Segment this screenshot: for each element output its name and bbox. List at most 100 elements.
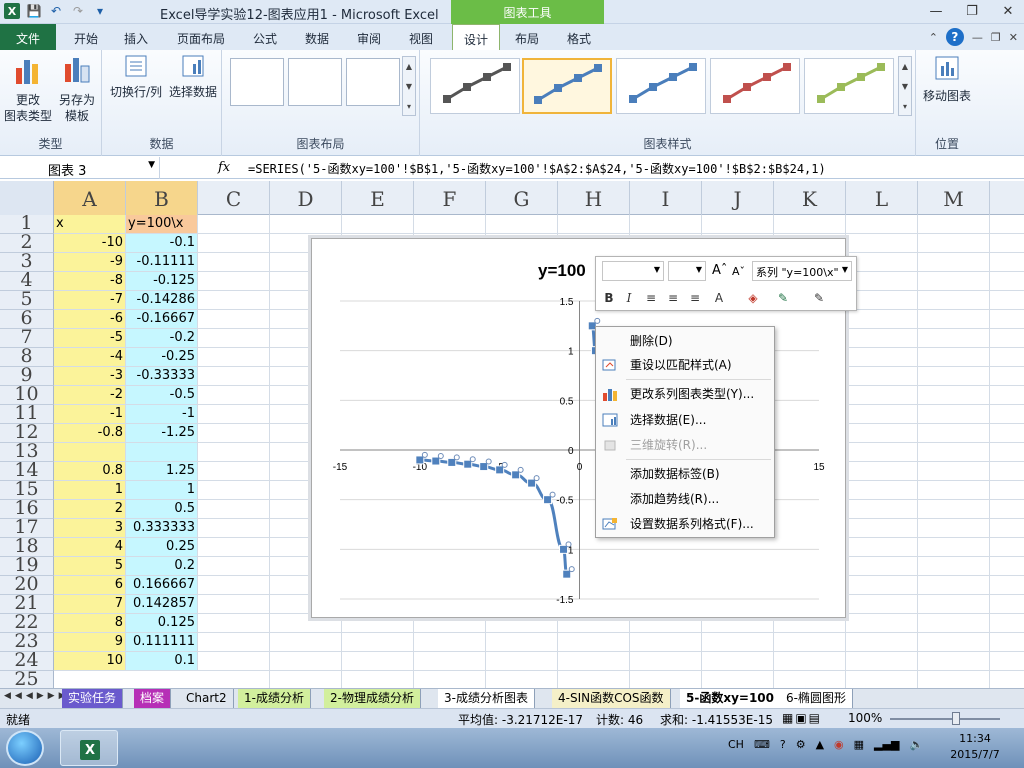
table-cell-a[interactable]: -9 (54, 253, 126, 272)
column-header-d[interactable]: D (270, 181, 342, 215)
column-header-c[interactable]: C (198, 181, 270, 215)
table-cell-a[interactable]: -3 (54, 367, 126, 386)
tab-view[interactable]: 视图 (398, 24, 444, 50)
windows-flag-icon[interactable]: ▦ (854, 738, 864, 751)
tab-formulas[interactable]: 公式 (242, 24, 288, 50)
table-cell-a[interactable]: -4 (54, 348, 126, 367)
zoom-level[interactable]: 100% (848, 711, 882, 725)
column-header-i[interactable]: I (630, 181, 702, 215)
series-element-select[interactable]: 系列 "y=100\x" ▼ (752, 261, 852, 281)
customize-toolbar-icon[interactable]: ▾ (92, 3, 108, 19)
table-cell-a[interactable]: -1 (54, 405, 126, 424)
chart-style-red[interactable] (710, 58, 800, 114)
table-cell-b[interactable]: -1.25 (126, 424, 198, 443)
table-cell-a[interactable]: -8 (54, 272, 126, 291)
sheet-tab-score-analysis[interactable]: 1-成绩分析 (238, 689, 311, 709)
table-cell-a[interactable]: 1 (54, 481, 126, 500)
tab-format[interactable]: 格式 (556, 24, 602, 50)
table-cell-b[interactable]: -0.125 (126, 272, 198, 291)
table-cell-b[interactable]: 1 (126, 481, 198, 500)
tab-page-layout[interactable]: 页面布局 (168, 24, 234, 50)
column-header-j[interactable]: J (702, 181, 774, 215)
table-cell-b[interactable]: 0.166667 (126, 576, 198, 595)
table-cell-b[interactable]: 0.2 (126, 557, 198, 576)
security-icon[interactable]: ◉ (834, 738, 844, 751)
column-header-h[interactable]: H (558, 181, 630, 215)
layout-option-1[interactable] (230, 58, 284, 106)
column-header-g[interactable]: G (486, 181, 558, 215)
language-indicator[interactable]: CH (728, 738, 744, 751)
chart-style-gray[interactable] (430, 58, 520, 114)
table-cell-a[interactable]: -6 (54, 310, 126, 329)
sheet-tab-score-charts[interactable]: 3-成绩分析图表 (438, 689, 535, 709)
help-icon[interactable]: ? (945, 28, 964, 46)
sheet-tab-function-xy100[interactable]: 5-函数xy=100 (680, 689, 781, 709)
sheet-tab-tasks[interactable]: 实验任务 (62, 689, 124, 709)
layout-option-2[interactable] (288, 58, 342, 106)
table-cell-b[interactable]: 0.5 (126, 500, 198, 519)
table-cell-a[interactable]: 3 (54, 519, 126, 538)
help-tray-icon[interactable]: ? (780, 738, 786, 751)
italic-button[interactable]: I (620, 289, 638, 307)
sheet-tab-chart2[interactable]: Chart2 (180, 689, 234, 709)
table-cell-b[interactable]: -0.5 (126, 386, 198, 405)
table-cell-a[interactable]: 7 (54, 595, 126, 614)
table-cell-a[interactable]: 9 (54, 633, 126, 652)
chart-style-blue[interactable] (616, 58, 706, 114)
shrink-font-icon[interactable]: Aˇ (732, 265, 745, 278)
table-cell-a[interactable]: -2 (54, 386, 126, 405)
name-box-dropdown-icon[interactable]: ▼ (148, 160, 155, 170)
align-left-icon[interactable]: ≡ (642, 289, 660, 307)
table-cell-b[interactable]: -0.16667 (126, 310, 198, 329)
format-painter-icon[interactable]: ✎ (810, 289, 828, 307)
header-cell-y[interactable]: y=100\x (126, 215, 198, 234)
redo-icon[interactable]: ↷ (70, 3, 86, 19)
close-icon[interactable]: ✕ (996, 2, 1020, 20)
doc-minimize-icon[interactable]: — (972, 31, 983, 44)
table-cell-b[interactable]: 0.25 (126, 538, 198, 557)
table-cell-b[interactable]: -0.1 (126, 234, 198, 253)
column-header-a[interactable]: A (54, 181, 126, 215)
input-method-icon[interactable]: ⚙ (796, 738, 806, 751)
select-all-corner[interactable] (0, 181, 54, 215)
name-box[interactable]: 图表 3 ▼ (0, 157, 160, 179)
chart-style-green[interactable] (804, 58, 894, 114)
table-cell-b[interactable]: 0.142857 (126, 595, 198, 614)
table-cell-b[interactable]: -0.14286 (126, 291, 198, 310)
outline-color-icon[interactable]: ✎ (774, 289, 792, 307)
minimize-icon[interactable]: — (924, 2, 948, 20)
column-header-e[interactable]: E (342, 181, 414, 215)
font-size-select[interactable]: ▼ (668, 261, 706, 281)
keyboard-icon[interactable]: ⌨ (754, 738, 770, 751)
table-cell-b[interactable]: 0.1 (126, 652, 198, 671)
table-cell-b[interactable]: 0.333333 (126, 519, 198, 538)
table-cell-b[interactable]: 0.125 (126, 614, 198, 633)
volume-icon[interactable]: 🔈 (909, 738, 923, 751)
save-as-template-button[interactable]: 另存为 模板 (54, 54, 100, 124)
view-mode-icons[interactable]: ▦▣▤ (782, 711, 822, 725)
chart-style-blue-selected[interactable] (522, 58, 612, 114)
switch-row-column-button[interactable]: 切换行/列 (108, 54, 164, 100)
menu-change-series-chart-type[interactable]: 更改系列图表类型(Y)... (596, 383, 774, 405)
font-color-button[interactable]: A (710, 289, 728, 307)
table-cell-b[interactable]: -1 (126, 405, 198, 424)
align-center-icon[interactable]: ≡ (664, 289, 682, 307)
fill-color-icon[interactable]: ◈ (744, 289, 762, 307)
column-header-l[interactable]: L (846, 181, 918, 215)
bold-button[interactable]: B (600, 289, 618, 307)
table-cell-b[interactable]: -0.2 (126, 329, 198, 348)
column-header-f[interactable]: F (414, 181, 486, 215)
table-cell-a[interactable]: -0.8 (54, 424, 126, 443)
tab-layout[interactable]: 布局 (504, 24, 550, 50)
taskbar-excel-button[interactable]: X (60, 730, 118, 766)
layout-option-3[interactable] (346, 58, 400, 106)
sheet-tab-ellipse[interactable]: 6-椭圆图形 (780, 689, 853, 709)
clock[interactable]: 11:34 2015/7/7 (940, 731, 1010, 763)
sheet-tab-sin-cos[interactable]: 4-SIN函数COS函数 (552, 689, 671, 709)
table-cell-a[interactable] (54, 443, 126, 462)
show-hidden-icons-icon[interactable]: ▲ (816, 738, 824, 751)
menu-add-data-labels[interactable]: 添加数据标签(B) (596, 463, 774, 485)
menu-reset-style[interactable]: 重设以匹配样式(A) (596, 354, 774, 376)
tab-home[interactable]: 开始 (62, 24, 110, 50)
table-cell-a[interactable]: 10 (54, 652, 126, 671)
